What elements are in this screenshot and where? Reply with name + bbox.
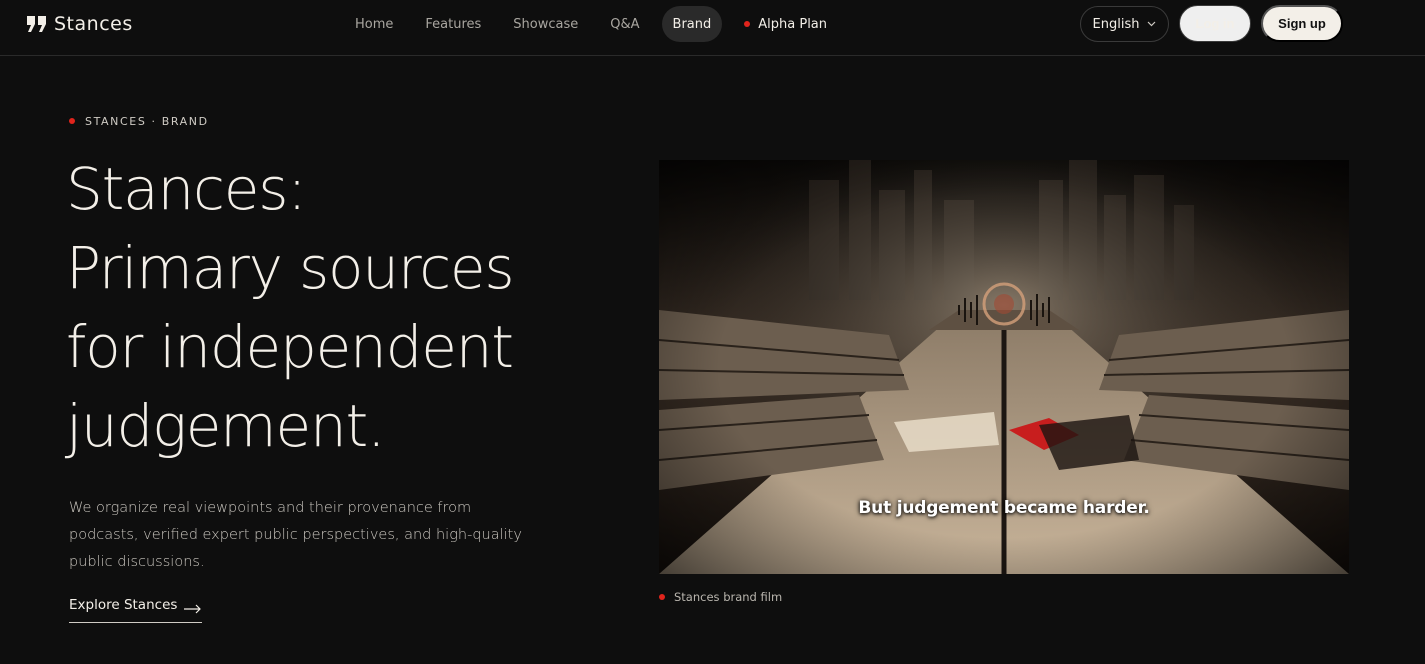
nav-alpha-plan-label: Alpha Plan	[758, 16, 828, 32]
headline-line-3: for independent	[66, 313, 514, 381]
headline-line-2: Primary sources	[66, 234, 515, 302]
nav-showcase[interactable]: Showcase	[497, 6, 594, 42]
quote-mark-icon	[27, 16, 46, 32]
nav-home[interactable]: Home	[339, 6, 409, 42]
top-navigation-bar: Stances Home Features Showcase Q&A Brand…	[0, 0, 1425, 56]
brand-film-video[interactable]: But judgement became harder.	[659, 160, 1349, 574]
headline-line-4: judgement.	[66, 392, 386, 460]
nav-brand[interactable]: Brand	[661, 6, 723, 42]
login-button[interactable]: Log in	[1179, 5, 1251, 42]
caption-dot	[659, 593, 665, 600]
main-nav: Home Features Showcase Q&A Brand Alpha P…	[339, 6, 843, 42]
video-subtitle: But judgement became harder.	[858, 498, 1150, 518]
brand-logo[interactable]: Stances	[26, 12, 133, 36]
headline-line-1: Stances:	[66, 155, 307, 223]
hero-eyebrow: STANCES · BRAND	[69, 113, 209, 129]
explore-stances-link[interactable]: Explore Stances	[69, 597, 202, 623]
hero-headline: Stances: Primary sources for independent…	[66, 150, 606, 466]
nav-qa[interactable]: Q&A	[594, 6, 655, 42]
video-caption: Stances brand film	[659, 589, 782, 604]
hero-description: We organize real viewpoints and their pr…	[69, 500, 522, 570]
explore-stances-label: Explore Stances	[69, 597, 178, 613]
nav-features[interactable]: Features	[409, 6, 497, 42]
language-selector[interactable]: English	[1080, 6, 1169, 42]
eyebrow-text: STANCES · BRAND	[85, 114, 209, 128]
nav-alpha-plan[interactable]: Alpha Plan	[728, 6, 843, 42]
chevron-down-icon	[1148, 21, 1156, 27]
eyebrow-dot	[69, 118, 75, 124]
video-caption-text: Stances brand film	[674, 589, 783, 604]
brand-name: Stances	[54, 13, 133, 35]
signup-button[interactable]: Sign up	[1261, 5, 1343, 42]
language-label: English	[1092, 16, 1140, 32]
alpha-indicator-dot	[744, 21, 751, 27]
arrow-right-icon	[184, 604, 201, 614]
